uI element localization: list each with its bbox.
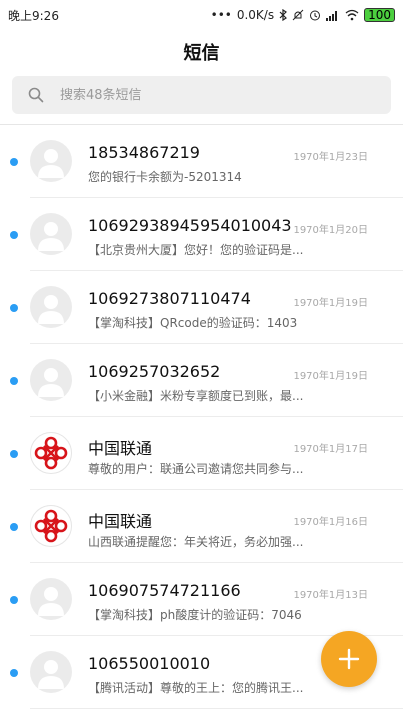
sender-name: 106550010010 — [88, 654, 211, 673]
avatar — [30, 505, 72, 547]
signal-icon — [326, 11, 338, 21]
header: 短信 — [0, 30, 403, 74]
message-preview: 尊敬的用户：联通公司邀请您共同参与... — [88, 462, 304, 476]
sender-name: 中国联通 — [88, 512, 153, 531]
message-row[interactable]: 106907574721166 1970年1月13日【掌淘科技】ph酸度计的验证码… — [0, 563, 403, 636]
sender-name: 18534867219 — [88, 143, 200, 162]
unread-dot — [10, 596, 18, 604]
sender-name: 1069257032652 — [88, 362, 221, 381]
avatar — [30, 140, 72, 182]
message-date: 1970年1月23日 — [293, 152, 368, 163]
person-icon — [38, 149, 64, 178]
message-row[interactable]: 1069273807110474 1970年1月19日【掌淘科技】QRcode的验… — [0, 271, 403, 344]
message-row[interactable]: 中国联通 1970年1月16日山西联通提醒您：年关将近，务必加强... — [0, 490, 403, 563]
message-preview: 【掌淘科技】QRcode的验证码：1403 — [88, 316, 298, 330]
page-title: 短信 — [183, 43, 220, 64]
sender-name: 10692938945954010043 — [88, 216, 292, 235]
message-preview: 【掌淘科技】ph酸度计的验证码：7046 — [88, 608, 302, 622]
message-date: 1970年1月19日 — [293, 298, 368, 309]
unread-dot — [10, 304, 18, 312]
status-bar: 晚上9:26 ••• 0.0K/s 100 — [0, 0, 403, 30]
divider — [30, 708, 403, 709]
person-icon — [38, 368, 64, 397]
battery-icon: 100 — [364, 8, 395, 22]
avatar — [30, 213, 72, 255]
person-icon — [38, 295, 64, 324]
wifi-icon — [345, 9, 359, 21]
message-preview: 【腾讯活动】尊敬的王上：您的腾讯王... — [88, 681, 304, 695]
message-preview: 【北京贵州大厦】您好！您的验证码是... — [88, 243, 304, 257]
unread-dot — [10, 158, 18, 166]
mute-icon — [292, 9, 304, 21]
search-bar[interactable] — [12, 76, 391, 114]
message-date: 1970年1月20日 — [293, 225, 368, 236]
person-icon — [38, 587, 64, 616]
sender-name: 1069273807110474 — [88, 289, 251, 308]
unread-dot — [10, 523, 18, 531]
avatar — [30, 432, 72, 474]
status-dots: ••• — [210, 8, 232, 22]
china-unicom-logo-icon — [34, 509, 68, 543]
network-speed: 0.0K/s — [236, 8, 275, 22]
alarm-icon — [310, 10, 321, 21]
bluetooth-icon — [279, 9, 288, 21]
avatar — [30, 359, 72, 401]
status-time: 晚上9:26 — [8, 8, 59, 23]
unread-dot — [10, 450, 18, 458]
new-message-button[interactable] — [321, 631, 377, 687]
sender-name: 中国联通 — [88, 439, 153, 458]
message-row[interactable]: 18534867219 1970年1月23日您的银行卡余额为-5201314 — [0, 125, 403, 198]
message-row[interactable]: 1069257032652 1970年1月19日【小米金融】米粉专享额度已到账，最… — [0, 344, 403, 417]
unread-dot — [10, 231, 18, 239]
person-icon — [38, 660, 64, 689]
unread-dot — [10, 669, 18, 677]
message-preview: 【小米金融】米粉专享额度已到账，最... — [88, 389, 304, 403]
message-date: 1970年1月19日 — [293, 371, 368, 382]
china-unicom-logo-icon — [34, 436, 68, 470]
message-list: 18534867219 1970年1月23日您的银行卡余额为-5201314 106… — [0, 125, 403, 709]
message-row[interactable]: 中国联通 1970年1月17日尊敬的用户：联通公司邀请您共同参与... — [0, 417, 403, 490]
sender-name: 106907574721166 — [88, 581, 241, 600]
avatar — [30, 578, 72, 620]
unread-dot — [10, 377, 18, 385]
message-date: 1970年1月16日 — [293, 517, 368, 528]
search-input[interactable] — [58, 86, 342, 104]
person-icon — [38, 222, 64, 251]
status-icons: ••• 0.0K/s 100 — [211, 8, 395, 22]
plus-icon — [338, 648, 360, 670]
message-preview: 您的银行卡余额为-5201314 — [88, 170, 242, 184]
avatar — [30, 286, 72, 328]
message-date: 1970年1月13日 — [293, 590, 368, 601]
avatar — [30, 651, 72, 693]
message-row[interactable]: 10692938945954010043 1970年1月20日【北京贵州大厦】您好… — [0, 198, 403, 271]
message-date: 1970年1月17日 — [293, 444, 368, 455]
search-icon — [28, 87, 44, 103]
message-preview: 山西联通提醒您：年关将近，务必加强... — [88, 535, 304, 549]
